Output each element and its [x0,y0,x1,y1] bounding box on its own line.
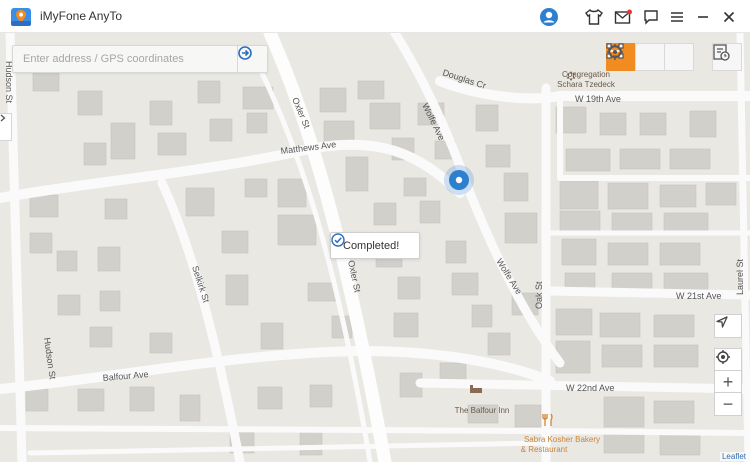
minimize-button[interactable] [692,6,714,28]
app-logo-icon [11,8,31,26]
title-bar: iMyFone AnyTo [0,0,750,33]
menu-icon [671,12,683,22]
user-avatar-button[interactable] [538,6,560,28]
completed-toast: Completed! [330,232,420,259]
feedback-button[interactable] [640,6,662,28]
navigate-button[interactable] [714,314,742,338]
mail-button[interactable] [612,6,634,28]
current-location-marker[interactable] [444,165,474,195]
search-box [12,45,268,73]
feedback-icon [644,10,658,25]
label-bakery-line2: & Restaurant [521,445,568,454]
zoom-in-button[interactable]: + [714,370,742,394]
check-circle-icon [331,233,345,247]
zoom-out-icon: − [722,394,734,414]
locate-me-button[interactable] [714,348,742,372]
label-oak-st: Oak St [534,281,544,309]
close-icon [723,11,735,23]
label-w22nd-ave: W 22nd Ave [566,383,614,393]
jump-teleport-mode-button[interactable] [607,43,694,71]
minimize-icon [698,16,708,18]
app-title: iMyFone AnyTo [40,9,123,23]
multi-spot-mode-button[interactable] [606,43,665,71]
history-icon [713,44,730,61]
toast-message: Completed! [343,239,400,252]
zoom-out-button[interactable]: − [714,392,742,416]
search-input[interactable] [13,46,237,72]
map-view[interactable]: Hudson St Hudson St Oxler St Oxler St Do… [0,33,750,462]
close-button[interactable] [718,6,740,28]
sidebar-toggle[interactable] [0,113,12,141]
history-button[interactable] [712,43,742,71]
search-go-button[interactable] [237,46,267,72]
crosshair-icon [607,44,623,60]
label-congregation-line2: Schara Tzedeck [557,80,616,89]
label-w21st-ave: W 21st Ave [676,291,721,301]
menu-button[interactable] [666,6,688,28]
locate-target-icon [716,350,730,364]
mode-toolbar [606,43,694,73]
mail-icon [614,9,632,24]
navigation-arrow-icon [716,316,728,328]
zoom-in-icon: + [722,372,734,392]
user-avatar-icon [540,8,558,26]
leaflet-attribution-link[interactable]: Leaflet [719,452,748,461]
arrow-right-circle-icon [238,46,252,60]
label-balfour-inn: The Balfour Inn [455,406,510,415]
label-congregation-line1: Congregation [562,70,610,79]
label-w19th-ave: W 19th Ave [575,94,621,104]
label-bakery-line1: Sabra Kosher Bakery [524,435,600,444]
skin-shirt-icon [585,9,603,25]
history-toolbar [712,43,742,73]
skin-button[interactable] [583,6,605,28]
chevron-right-icon [0,114,6,122]
label-laurel-st: Laurel St [735,258,745,295]
